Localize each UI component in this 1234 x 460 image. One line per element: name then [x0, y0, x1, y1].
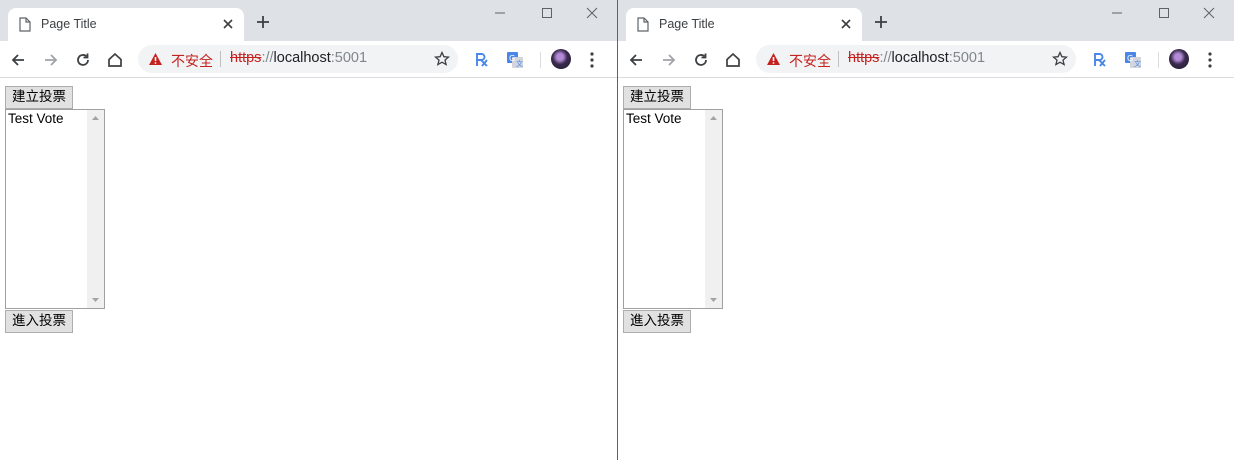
- omnibox-divider: [838, 51, 839, 67]
- scroll-up-icon[interactable]: [709, 115, 718, 121]
- plus-icon[interactable]: [255, 14, 271, 30]
- toolbar-divider: [1158, 52, 1159, 68]
- star-icon[interactable]: [434, 51, 450, 67]
- address-bar[interactable]: 不安全 https://localhost:5001: [756, 45, 1076, 73]
- create-vote-button[interactable]: 建立投票: [623, 86, 691, 109]
- omnibox-divider: [220, 51, 221, 67]
- url-host: localhost: [273, 50, 331, 66]
- vote-listbox[interactable]: Test Vote: [5, 109, 105, 309]
- close-icon[interactable]: [1202, 6, 1216, 20]
- star-icon[interactable]: [1052, 51, 1068, 67]
- url-port: :5001: [330, 50, 368, 66]
- enter-vote-button[interactable]: 進入投票: [623, 310, 691, 333]
- url-scheme: https: [230, 50, 262, 66]
- svg-text:文: 文: [1134, 59, 1141, 68]
- url-port: :5001: [948, 50, 986, 66]
- browser-windows: Page Title 不安全 https://localhost:5001 G文: [0, 0, 1234, 460]
- scroll-down-icon[interactable]: [91, 297, 100, 303]
- url-text[interactable]: https://localhost:5001: [230, 50, 367, 66]
- address-bar[interactable]: 不安全 https://localhost:5001: [138, 45, 458, 73]
- close-icon[interactable]: [585, 6, 599, 20]
- close-icon[interactable]: [220, 16, 236, 32]
- reload-icon[interactable]: [692, 51, 710, 69]
- enter-vote-button[interactable]: 進入投票: [5, 310, 73, 333]
- svg-text:G: G: [509, 54, 515, 63]
- page-icon: [19, 17, 31, 32]
- browser-window-right: Page Title 不安全 https://localhost:5001 G文: [617, 0, 1234, 460]
- url-scheme: https: [848, 50, 880, 66]
- page-content: 建立投票 Test Vote 進入投票: [618, 78, 1234, 460]
- toolbar-divider: [540, 52, 541, 68]
- list-item[interactable]: Test Vote: [8, 111, 64, 126]
- kebab-menu-icon[interactable]: [589, 52, 595, 68]
- browser-toolbar: 不安全 https://localhost:5001 G文: [0, 41, 617, 78]
- url-text[interactable]: https://localhost:5001: [848, 50, 985, 66]
- back-arrow-icon[interactable]: [9, 51, 27, 69]
- create-vote-button[interactable]: 建立投票: [5, 86, 73, 109]
- tab-title: Page Title: [659, 17, 715, 31]
- reload-icon[interactable]: [74, 51, 92, 69]
- forward-arrow-icon[interactable]: [42, 51, 60, 69]
- avatar[interactable]: [551, 49, 571, 69]
- tab-strip: Page Title: [618, 0, 1234, 41]
- avatar[interactable]: [1169, 49, 1189, 69]
- svg-text:G: G: [1127, 54, 1133, 63]
- tab-title: Page Title: [41, 17, 97, 31]
- translate-icon[interactable]: G文: [1124, 51, 1142, 69]
- page-icon: [637, 17, 649, 32]
- browser-toolbar: 不安全 https://localhost:5001 G文: [618, 41, 1234, 78]
- extension-rx-icon[interactable]: [473, 51, 491, 69]
- minimize-icon[interactable]: [1110, 6, 1124, 20]
- translate-icon[interactable]: G文: [506, 51, 524, 69]
- close-icon[interactable]: [838, 16, 854, 32]
- back-arrow-icon[interactable]: [627, 51, 645, 69]
- list-item[interactable]: Test Vote: [626, 111, 682, 126]
- plus-icon[interactable]: [873, 14, 889, 30]
- page-content: 建立投票 Test Vote 進入投票: [0, 78, 617, 460]
- browser-window-left: Page Title 不安全 https://localhost:5001 G文: [0, 0, 617, 460]
- warning-icon[interactable]: [148, 52, 163, 66]
- warning-icon[interactable]: [766, 52, 781, 66]
- home-icon[interactable]: [724, 51, 742, 69]
- minimize-icon[interactable]: [493, 6, 507, 20]
- maximize-icon[interactable]: [1157, 6, 1171, 20]
- svg-text:文: 文: [516, 59, 523, 68]
- maximize-icon[interactable]: [540, 6, 554, 20]
- forward-arrow-icon[interactable]: [660, 51, 678, 69]
- tab-active[interactable]: Page Title: [8, 8, 244, 41]
- extension-rx-icon[interactable]: [1091, 51, 1109, 69]
- tab-active[interactable]: Page Title: [626, 8, 862, 41]
- scrollbar[interactable]: [705, 110, 722, 308]
- url-separator: ://: [261, 50, 274, 66]
- url-host: localhost: [891, 50, 949, 66]
- url-separator: ://: [879, 50, 892, 66]
- vote-listbox[interactable]: Test Vote: [623, 109, 723, 309]
- scrollbar[interactable]: [87, 110, 104, 308]
- scroll-up-icon[interactable]: [91, 115, 100, 121]
- security-label[interactable]: 不安全: [171, 51, 213, 71]
- scroll-down-icon[interactable]: [709, 297, 718, 303]
- home-icon[interactable]: [106, 51, 124, 69]
- security-label[interactable]: 不安全: [789, 51, 831, 71]
- kebab-menu-icon[interactable]: [1207, 52, 1213, 68]
- tab-strip: Page Title: [0, 0, 617, 41]
